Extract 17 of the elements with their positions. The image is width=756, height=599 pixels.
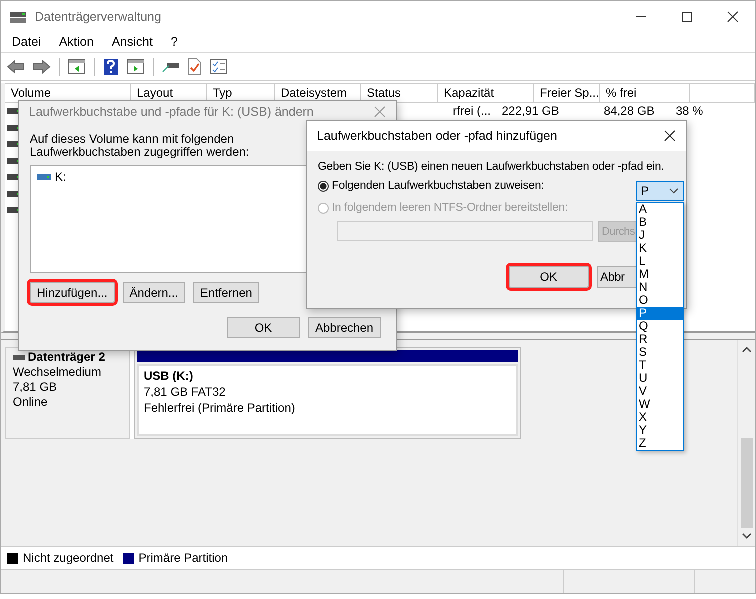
table-cell-text: 38 %: [675, 104, 704, 118]
table-cell-text: rfrei (...: [452, 104, 492, 118]
disk-name: Datenträger 2: [28, 350, 106, 365]
dialog-title: Laufwerkbuchstaben oder -pfad hinzufügen: [317, 129, 558, 143]
dialog-text: Auf dieses Volume kann mit folgenden Laufwerkbuchstaben zugegriffen werden:: [30, 133, 250, 159]
disk-type: Wechselmedium: [13, 365, 102, 380]
legend-label: Primäre Partition: [138, 551, 228, 565]
table-cell-text: 84,28 GB: [603, 104, 656, 118]
legend-label: Nicht zugeordnet: [23, 551, 114, 565]
partition-label: USB (K:): [144, 368, 194, 384]
partition-status: Fehlerfrei (Primäre Partition): [144, 400, 296, 416]
disk-size: 7,81 GB: [13, 380, 58, 395]
dialog-title: Laufwerkbuchstabe und -pfade für K: (USB) ändern: [29, 105, 314, 119]
window-title: Datenträgerverwaltung: [35, 10, 162, 24]
table-cell-text: 222,91 GB: [501, 104, 560, 118]
disk-state: Online: [13, 395, 49, 410]
partition-size: 7,81 GB FAT32: [144, 384, 227, 400]
